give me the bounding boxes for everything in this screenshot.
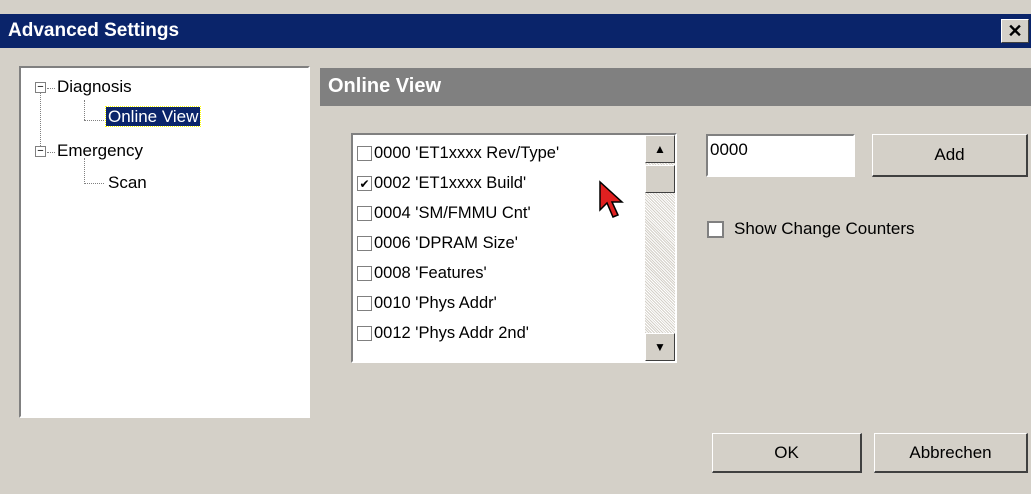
panel-header: Online View [320,68,1031,106]
checkbox[interactable] [357,326,372,341]
arrow-down-icon: ▼ [654,340,666,354]
collapse-diagnosis-icon[interactable]: − [35,82,46,93]
panel-title: Online View [328,75,441,97]
arrow-up-icon: ▲ [654,142,666,156]
checkbox[interactable] [357,296,372,311]
tree-connector [84,120,104,121]
tree-item-emergency[interactable]: Emergency [57,141,143,161]
ok-button[interactable]: OK [712,433,862,473]
register-checklist[interactable]: 0000 'ET1xxxx Rev/Type' ✔ 0002 'ET1xxxx B… [351,133,677,363]
checkbox[interactable] [357,146,372,161]
checkbox[interactable] [357,236,372,251]
scroll-thumb[interactable] [645,165,675,193]
tree-item-online-view[interactable]: Online View [104,106,202,127]
tree-item-label: Online View [104,106,202,127]
add-button[interactable]: Add [872,134,1028,177]
list-item[interactable]: 0000 'ET1xxxx Rev/Type' [357,141,559,166]
tree-connector [84,100,85,120]
tree-connector [47,152,55,153]
advanced-settings-dialog: Advanced Settings ✕ − Diagnosis Online V… [0,0,1031,494]
list-item-label: 0008 'Features' [374,264,487,282]
scroll-up-button[interactable]: ▲ [645,135,675,163]
checkbox[interactable] [357,266,372,281]
close-icon: ✕ [1007,20,1023,41]
close-button[interactable]: ✕ [1001,19,1029,43]
title-bar[interactable]: Advanced Settings ✕ [0,14,1031,48]
mouse-cursor-icon [599,180,624,218]
collapse-emergency-icon[interactable]: − [35,146,46,157]
checkbox[interactable]: ✔ [357,176,372,191]
tree-connector [40,88,41,148]
scroll-down-button[interactable]: ▼ [645,333,675,361]
list-item-label: 0012 'Phys Addr 2nd' [374,324,529,342]
list-item[interactable]: 0008 'Features' [357,261,487,286]
settings-tree: − Diagnosis Online View − Emergency Scan [19,66,310,418]
tree-item-scan[interactable]: Scan [108,173,147,193]
list-item[interactable]: 0010 'Phys Addr' [357,291,497,316]
tree-connector [84,183,104,184]
tree-connector [47,88,55,89]
list-item-label: 0010 'Phys Addr' [374,294,497,312]
list-item-label: 0000 'ET1xxxx Rev/Type' [374,144,560,162]
cancel-button[interactable]: Abbrechen [874,433,1028,473]
window-title: Advanced Settings [8,20,180,41]
address-input[interactable]: 0000 [706,134,855,177]
vertical-scrollbar[interactable]: ▲ ▼ [645,135,675,361]
list-item[interactable]: 0004 'SM/FMMU Cnt' [357,201,531,226]
list-item[interactable]: ✔ 0002 'ET1xxxx Build' [357,171,526,196]
checkbox-label: Show Change Counters [734,219,915,238]
list-item-label: 0006 'DPRAM Size' [374,234,518,252]
tree-connector [84,158,85,184]
list-item-label: 0004 'SM/FMMU Cnt' [374,204,531,222]
list-item[interactable]: 0006 'DPRAM Size' [357,231,518,256]
checkbox[interactable] [707,220,724,238]
checkbox[interactable] [357,206,372,221]
tree-item-diagnosis[interactable]: Diagnosis [57,77,132,97]
show-change-counters-checkbox[interactable]: Show Change Counters [707,219,915,239]
list-item-label: 0002 'ET1xxxx Build' [374,174,527,192]
list-item[interactable]: 0012 'Phys Addr 2nd' [357,321,529,346]
